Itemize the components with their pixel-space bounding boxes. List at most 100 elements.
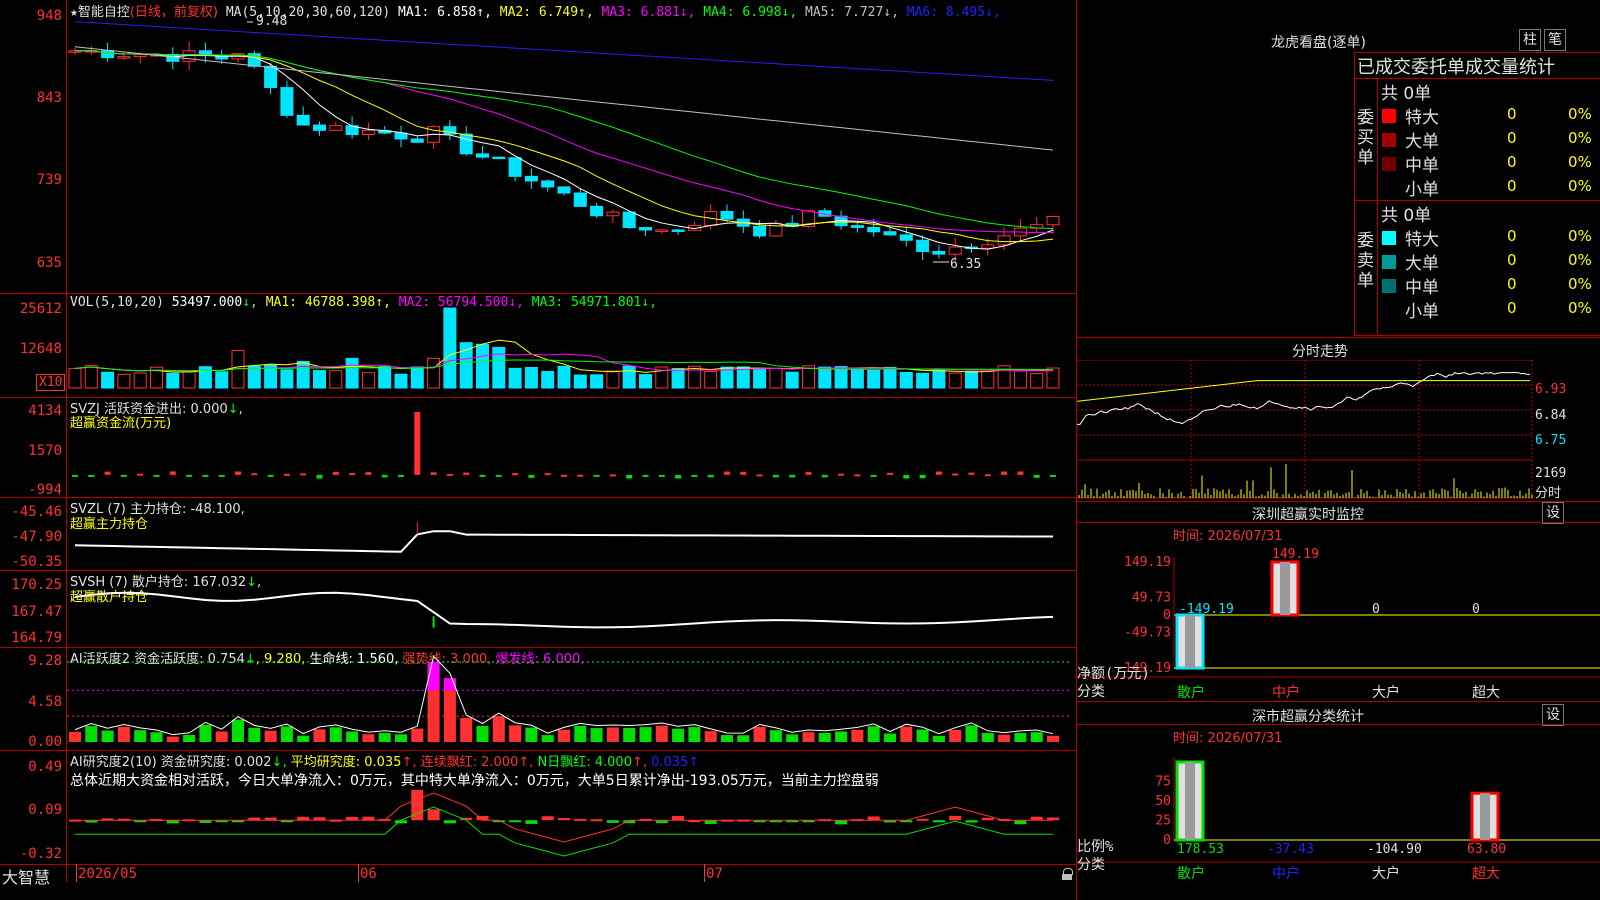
svsh-panel[interactable]: SVSH (7) 散户持仓: 167.032↓, 超赢散户持仓 170.25 1… [0, 571, 1076, 647]
research-bar [1014, 820, 1027, 825]
volume-bar [639, 374, 652, 389]
volume-bar [981, 369, 995, 389]
vol-y-tick: 12648 [19, 341, 62, 357]
sz-category-value-label: -104.90 [1367, 842, 1422, 857]
svzl-chart[interactable] [67, 498, 1076, 570]
ai-research-chart[interactable] [67, 751, 1076, 864]
svsh-y-tick: 164.79 [11, 630, 62, 646]
buy-row-volume: 0 [1507, 105, 1517, 123]
sz-monitor-y-tick: 49.73 [1132, 590, 1171, 605]
volume-bar [117, 373, 131, 389]
candlestick-chart[interactable] [67, 0, 1076, 293]
high-label: 9.48 [256, 14, 288, 29]
intraday-panel[interactable]: 分时走势 6.93 6.84 6.75 2169 分时 [1077, 338, 1600, 501]
tick-mode-button[interactable]: 笔 [1544, 29, 1566, 51]
sz-category-cat-label: 分类 [1077, 857, 1105, 873]
ai-research-panel[interactable]: AI研究度2(10) 资金研究度: 0.002↓, 平均研究度: 0.035↑,… [0, 751, 1076, 864]
fund-flow-bar [72, 474, 78, 477]
volume-bar [313, 370, 326, 389]
ai-active-chart[interactable] [67, 648, 1076, 750]
fund-flow-bar [756, 474, 763, 477]
sz-category-value-label: 178.53 [1177, 842, 1224, 857]
activity-bar [704, 731, 717, 742]
candle-body [508, 157, 522, 177]
intraday-y-tick: 6.93 [1535, 382, 1567, 397]
activity-bar [981, 732, 994, 742]
volume-bar [247, 365, 261, 389]
activity-bar [232, 719, 244, 742]
fund-flow-bar [609, 474, 616, 477]
fund-flow-bar [137, 473, 144, 476]
candle-body [264, 65, 278, 89]
fund-flow-bar [1033, 474, 1040, 478]
activity-bar [525, 727, 538, 742]
sz-category-y-tick: 25 [1155, 814, 1171, 829]
sz-monitor-panel[interactable]: 深圳超赢实时监控 设 时间: 2026/07/31 149.19 49.73 0 -4… [1077, 502, 1600, 701]
research-bar [297, 816, 310, 821]
activity-bar [280, 726, 293, 742]
dragon-tiger-panel[interactable]: 龙虎看盘(逐单) 柱 笔 已成交委托单成交量统计 委买单 共 0单 特大 0 0% 大… [1077, 0, 1600, 337]
ai-active-panel[interactable]: AI活跃度2 资金活跃度: 0.754↓, 9.280, 生命线: 1.560,… [0, 648, 1076, 750]
sz-monitor-bar-shade [1280, 562, 1290, 615]
fund-flow-bar [691, 474, 698, 477]
fund-flow-bar [446, 473, 453, 476]
buy-row-percent: 0% [1568, 177, 1592, 195]
volume-bar [182, 371, 196, 389]
svzl-y-tick: -50.35 [11, 554, 62, 570]
sz-monitor-category: 散户 [1177, 684, 1205, 701]
app-brand: 大智慧 [2, 868, 51, 887]
fund-flow-bar [1017, 471, 1024, 475]
fund-flow-bar [414, 412, 421, 475]
volume-bar [1030, 373, 1044, 389]
fund-flow-bar [935, 471, 942, 475]
volume-bar [622, 365, 636, 389]
x-axis-tick [704, 864, 705, 882]
sz-category-chart[interactable]: 75 50 25 0 178.53 散户 -37.43 中户 -104.90 大户 63.80 超大 比… [1077, 702, 1600, 900]
candle-body [557, 186, 571, 194]
svzl-panel[interactable]: SVZL (7) 主力持仓: -48.100, 超赢主力持仓 -45.46 -4… [0, 498, 1076, 570]
fund-flow-bar [952, 473, 959, 476]
volume-chart[interactable] [67, 294, 1076, 397]
sz-monitor-bar-shade [1185, 615, 1195, 668]
fund-flow-bar [805, 471, 812, 475]
bar-mode-button[interactable]: 柱 [1519, 29, 1541, 51]
candle-body [361, 129, 375, 136]
sz-monitor-value-label: -149.19 [1179, 602, 1234, 617]
svsh-chart[interactable] [67, 571, 1076, 647]
x-axis-tick [358, 864, 359, 882]
x-axis-tick [76, 864, 77, 882]
price-panel[interactable]: ★智能自控(日线，前复权) MA(5,10,20,30,60,120) MA1:… [0, 0, 1076, 293]
sell-side-label: 委卖单 [1357, 231, 1374, 291]
fund-flow-bar [740, 471, 747, 475]
activity-bar [851, 729, 864, 742]
intraday-avg-line [1077, 380, 1530, 402]
fund-flow-bar [283, 473, 290, 476]
candle-body [410, 138, 424, 143]
fund-flow-bar [724, 471, 730, 475]
svzj-chart[interactable] [67, 398, 1076, 497]
svzj-panel[interactable]: SVZJ 活跃资金进出: 0.000↓, 超赢资金流(万元) 4134 1570… [0, 398, 1076, 498]
research-bar [981, 817, 994, 821]
activity-bar [297, 735, 310, 742]
activity-bar [639, 727, 652, 742]
activity-bar [574, 725, 587, 742]
volume-bar [524, 366, 538, 389]
candle-body [981, 244, 995, 249]
research-bar [558, 818, 570, 821]
volume-panel[interactable]: VOL(5,10,20) 53497.000↓, MA1: 46788.398↑… [0, 294, 1076, 397]
intraday-chart[interactable] [1077, 360, 1533, 500]
sz-monitor-chart[interactable]: 149.1949.730-49.73-149.19-149.19散户149.19… [1077, 502, 1600, 701]
sell-color-swatch [1382, 279, 1396, 293]
sz-category-panel[interactable]: 深市超赢分类统计 设 时间: 2026/07/31 75 50 25 0 178.53 散… [1077, 702, 1600, 900]
buy-row-volume: 0 [1507, 177, 1517, 195]
ai-research-y-tick: 0.49 [28, 759, 62, 775]
sz-monitor-cat-label: 分类 [1077, 684, 1105, 700]
volume-bar [573, 374, 587, 389]
activity-bar [476, 726, 489, 742]
research-bar [443, 820, 456, 824]
research-bar [574, 818, 587, 821]
sell-row-percent: 0% [1568, 299, 1592, 317]
intraday-vol-tick: 2169 [1535, 466, 1567, 481]
life-line [74, 655, 1054, 736]
activity-bar [199, 724, 212, 742]
